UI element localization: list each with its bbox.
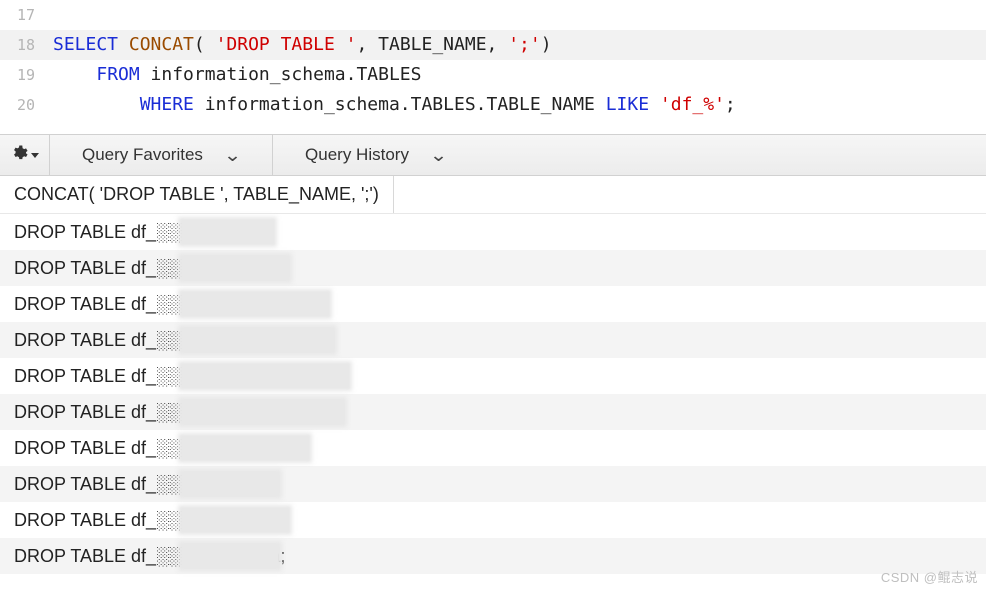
chevron-down-icon bbox=[31, 153, 39, 158]
query-favorites-label: Query Favorites bbox=[82, 145, 203, 165]
table-row[interactable]: DROP TABLE df_░░░░░░░░░e; bbox=[0, 502, 986, 538]
code-line[interactable]: 20 WHERE information_schema.TABLES.TABLE… bbox=[0, 90, 986, 120]
code-line[interactable]: 18SELECT CONCAT( 'DROP TABLE ', TABLE_NA… bbox=[0, 30, 986, 60]
results-column-header-row: CONCAT( 'DROP TABLE ', TABLE_NAME, ';') bbox=[0, 176, 986, 214]
code-content[interactable] bbox=[45, 0, 986, 30]
code-content[interactable]: WHERE information_schema.TABLES.TABLE_NA… bbox=[45, 90, 986, 120]
code-content[interactable]: FROM information_schema.TABLES bbox=[45, 60, 986, 90]
redaction-overlay bbox=[180, 471, 280, 497]
table-row[interactable]: DROP TABLE df_░░░░░░░░g; bbox=[0, 250, 986, 286]
table-row[interactable]: DROP TABLE df_░░░░░░░░░░y; bbox=[0, 430, 986, 466]
table-row[interactable]: DROP TABLE df_░░░░░░░░░░░a; bbox=[0, 358, 986, 394]
settings-button[interactable] bbox=[0, 135, 50, 175]
code-line[interactable]: 19 FROM information_schema.TABLES bbox=[0, 60, 986, 90]
sql-editor[interactable]: 1718SELECT CONCAT( 'DROP TABLE ', TABLE_… bbox=[0, 0, 986, 120]
line-number: 20 bbox=[0, 90, 45, 120]
query-favorites-dropdown[interactable]: Query Favorites ⌄ bbox=[50, 135, 272, 175]
table-row[interactable]: DROP TABLE df_░░░░░░░░░░░░cle; bbox=[0, 394, 986, 430]
table-row[interactable]: DROP TABLE df_░░░░░░░░░░ bbox=[0, 286, 986, 322]
table-row[interactable]: DROP TABLE df_░░░░░░_d░ta; bbox=[0, 538, 986, 574]
watermark: CSDN @鲲志说 bbox=[881, 567, 978, 586]
redaction-overlay bbox=[180, 291, 330, 317]
redaction-overlay bbox=[180, 327, 335, 353]
chevron-down-icon: ⌄ bbox=[429, 145, 447, 166]
query-history-label: Query History bbox=[305, 145, 409, 165]
code-content[interactable]: SELECT CONCAT( 'DROP TABLE ', TABLE_NAME… bbox=[45, 30, 986, 60]
redaction-overlay bbox=[180, 507, 290, 533]
redaction-overlay bbox=[180, 255, 290, 281]
table-row[interactable]: DROP TABLE df_░░░░░░░░░░a; bbox=[0, 322, 986, 358]
line-number: 19 bbox=[0, 60, 45, 90]
gear-icon bbox=[10, 144, 28, 167]
code-line[interactable]: 17 bbox=[0, 0, 986, 30]
redaction-overlay bbox=[180, 543, 280, 569]
column-header-label: CONCAT( 'DROP TABLE ', TABLE_NAME, ';') bbox=[14, 184, 379, 205]
redaction-overlay bbox=[180, 399, 345, 425]
redaction-overlay bbox=[180, 435, 310, 461]
table-row[interactable]: DROP TABLE df_░░░░░░░; bbox=[0, 214, 986, 250]
chevron-down-icon: ⌄ bbox=[223, 145, 241, 166]
redaction-overlay bbox=[180, 219, 275, 245]
redaction-overlay bbox=[180, 363, 350, 389]
results-grid[interactable]: CONCAT( 'DROP TABLE ', TABLE_NAME, ';') … bbox=[0, 176, 986, 574]
line-number: 18 bbox=[0, 30, 45, 60]
table-row[interactable]: DROP TABLE df_░░░░░░░; bbox=[0, 466, 986, 502]
query-history-dropdown[interactable]: Query History ⌄ bbox=[273, 135, 478, 175]
query-toolbar: Query Favorites ⌄ Query History ⌄ bbox=[0, 134, 986, 176]
line-number: 17 bbox=[0, 0, 45, 30]
column-header[interactable]: CONCAT( 'DROP TABLE ', TABLE_NAME, ';') bbox=[0, 176, 394, 213]
